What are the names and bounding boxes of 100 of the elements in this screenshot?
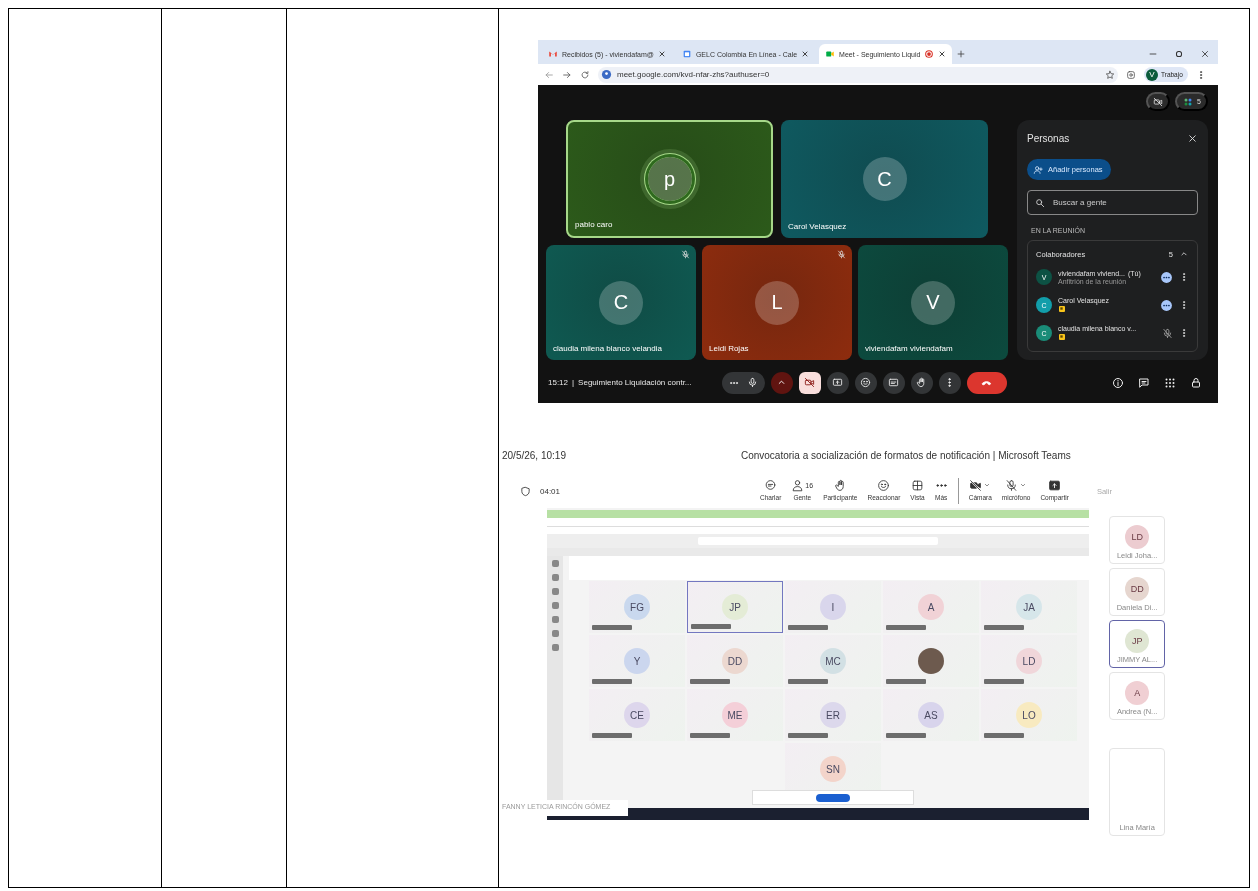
close-icon[interactable] xyxy=(1187,132,1198,144)
camera-off-icon xyxy=(804,377,815,388)
window-title: Convocatoria a socialización de formatos de notificación | Microsoft Teams xyxy=(740,450,1071,461)
participant-name: viviendafam viviendafam xyxy=(865,344,953,353)
avatar: LD xyxy=(1125,525,1150,549)
participant-name: claudia milena blanco velandia xyxy=(553,344,662,353)
restore-icon[interactable] xyxy=(1174,49,1184,59)
close-icon[interactable] xyxy=(801,50,810,58)
avatar: DD xyxy=(1125,577,1150,601)
star-icon[interactable] xyxy=(1105,69,1115,80)
avatar: C xyxy=(599,280,643,325)
name-tag xyxy=(886,733,926,738)
chat-icon[interactable] xyxy=(1138,376,1150,389)
emoji-icon xyxy=(877,478,891,492)
participant-name: Leidi Rojas xyxy=(709,344,749,353)
lock-icon[interactable] xyxy=(1190,376,1202,389)
leave-call-button[interactable] xyxy=(966,371,1007,394)
mic-off-icon xyxy=(1005,478,1019,492)
share-icon xyxy=(1048,478,1062,492)
participant-name: Carol Velasquez xyxy=(788,222,847,231)
avatar: A xyxy=(918,594,944,620)
avatar: ER xyxy=(820,702,846,728)
search-field[interactable]: Buscar a gente xyxy=(1027,190,1198,215)
mic-off-icon xyxy=(681,250,690,259)
close-icon[interactable] xyxy=(1200,49,1210,59)
name-tag xyxy=(788,679,828,684)
name-tag xyxy=(886,679,926,684)
avatar: JP xyxy=(722,594,748,620)
avatar: ME xyxy=(722,702,748,728)
panel-title: Personas xyxy=(1027,132,1070,144)
name-tag xyxy=(690,733,730,738)
avatar: LD xyxy=(1016,648,1042,674)
microphone-button[interactable] xyxy=(721,371,765,394)
photo-placeholder xyxy=(918,648,944,674)
avatar: LO xyxy=(1016,702,1042,728)
people-icon xyxy=(791,478,805,492)
info-icon[interactable] xyxy=(1112,376,1124,389)
avatar: A xyxy=(1125,681,1150,705)
stop-sharing-button[interactable] xyxy=(816,793,850,802)
name-tag xyxy=(691,624,731,629)
avatar: AS xyxy=(918,702,944,728)
avatar: FG xyxy=(624,594,650,620)
apps-icon[interactable] xyxy=(1164,376,1176,389)
name-tag xyxy=(886,625,926,630)
video-camera-icon xyxy=(825,49,836,59)
participant-name: pablo caro xyxy=(575,220,613,229)
chevron-down-icon xyxy=(983,481,992,489)
chevron-down-icon xyxy=(1019,481,1028,489)
name-tag xyxy=(690,679,730,684)
reactions-button[interactable] xyxy=(854,371,877,394)
meeting-time: 15:12 xyxy=(548,378,569,387)
person-add-icon xyxy=(1033,164,1043,175)
close-icon[interactable] xyxy=(938,50,947,58)
mic-icon xyxy=(746,377,758,388)
hand-icon xyxy=(833,478,847,492)
plus-icon[interactable] xyxy=(956,49,967,59)
captions-button[interactable] xyxy=(882,371,905,394)
name-tag xyxy=(984,625,1024,630)
site-info-icon[interactable] xyxy=(601,69,612,80)
forward-arrow-icon[interactable] xyxy=(562,69,572,80)
search-icon xyxy=(1035,197,1045,208)
hand-icon xyxy=(916,377,927,388)
mic-off-icon xyxy=(837,250,846,259)
name-tag xyxy=(788,625,828,630)
name-tag xyxy=(984,733,1024,738)
present-button[interactable] xyxy=(826,371,849,394)
meeting-title: Seguimiento Liquidación contr... xyxy=(578,378,692,387)
avatar: Y xyxy=(624,648,650,674)
camera-button[interactable] xyxy=(798,371,821,394)
close-icon[interactable] xyxy=(657,50,666,58)
shield-icon xyxy=(520,485,531,497)
chat-bubble-icon xyxy=(764,478,778,492)
captions-icon xyxy=(888,377,899,388)
meeting-timer: 04:01 xyxy=(540,486,561,496)
grid-view-icon xyxy=(911,478,925,492)
avatar: DD xyxy=(722,648,748,674)
name-tag xyxy=(592,679,632,684)
avatar: SN xyxy=(820,756,846,782)
present-icon xyxy=(832,377,843,388)
camera-off-icon xyxy=(969,478,983,492)
calendar-icon xyxy=(681,49,692,59)
avatar: p xyxy=(647,157,692,201)
camera-off-icon xyxy=(1153,96,1164,107)
avatar: V xyxy=(911,280,955,325)
avatar: JA xyxy=(1016,594,1042,620)
camera-off-button[interactable] xyxy=(1146,92,1171,111)
avatar: CE xyxy=(624,702,650,728)
name-tag xyxy=(592,733,632,738)
recording-icon xyxy=(924,49,935,59)
side-panel-icon[interactable] xyxy=(1126,69,1136,80)
reload-icon[interactable] xyxy=(580,69,590,80)
more-options-button[interactable] xyxy=(938,371,961,394)
address-bar[interactable]: meet.google.com/kvd-nfar-zhs?authuser=0 xyxy=(598,66,1118,83)
name-tag xyxy=(788,733,828,738)
separator: | xyxy=(572,378,575,387)
avatar: C xyxy=(862,157,907,201)
raise-hand-button[interactable] xyxy=(910,371,933,394)
avatar: L xyxy=(755,280,799,325)
avatar: I xyxy=(820,594,846,620)
name-tag xyxy=(592,625,632,630)
